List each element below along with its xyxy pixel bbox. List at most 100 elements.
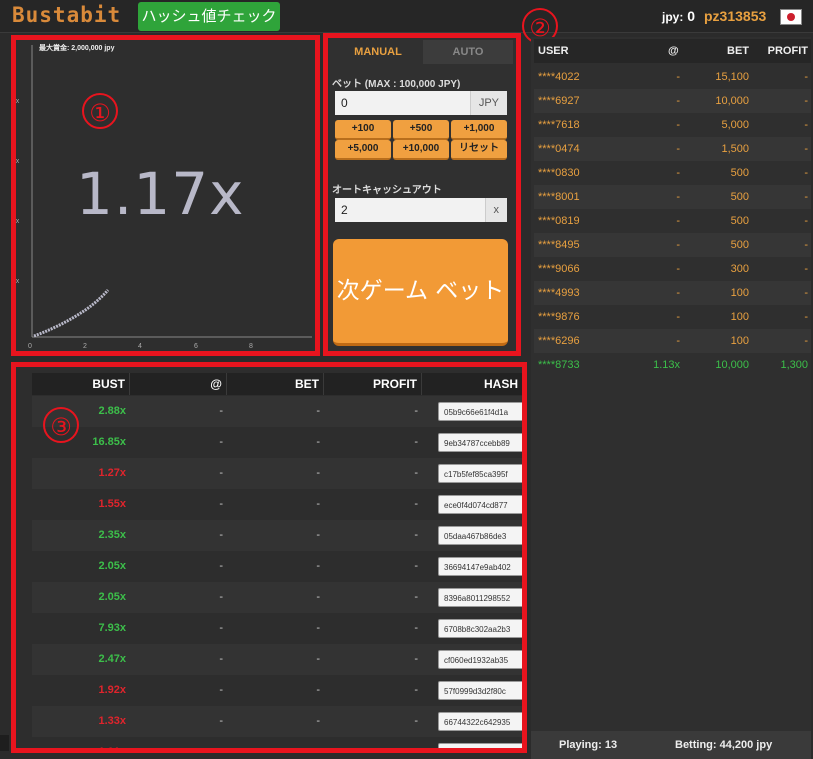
player-row[interactable]: ****8733 1.13x 10,000 1,300 bbox=[534, 353, 811, 377]
bet-panel: MANUAL AUTO ベット (MAX : 100,000 JPY) 0 JP… bbox=[323, 33, 521, 356]
profit-value: - bbox=[414, 436, 418, 448]
player-row[interactable]: ****4993 - 100 - bbox=[534, 281, 811, 305]
player-row[interactable]: ****8495 - 500 - bbox=[534, 233, 811, 257]
tab-manual[interactable]: MANUAL bbox=[333, 40, 423, 64]
player-at: - bbox=[676, 335, 680, 347]
player-row[interactable]: ****9066 - 300 - bbox=[534, 257, 811, 281]
at-value: - bbox=[219, 498, 223, 510]
player-user: ****7618 bbox=[538, 119, 580, 131]
hash-field[interactable]: ece0f4d074cd877 bbox=[438, 495, 522, 514]
add-500-button[interactable]: +500 bbox=[393, 120, 449, 140]
bust-value: 1.55x bbox=[98, 498, 126, 510]
player-row[interactable]: ****0830 - 500 - bbox=[534, 161, 811, 185]
history-row[interactable]: 1.92x - - - 57f0999d3d2f80c bbox=[32, 675, 522, 706]
bust-value: 1.92x bbox=[98, 684, 126, 696]
hash-field[interactable]: 05b9c66e61f4d1a bbox=[438, 402, 522, 421]
history-row[interactable]: 2.88x - - -05b9c66e61f4d1a bbox=[32, 396, 522, 427]
add-100-button[interactable]: +100 bbox=[335, 120, 391, 140]
place-bet-button[interactable]: 次ゲーム ベット bbox=[333, 239, 508, 346]
username[interactable]: pz313853 bbox=[704, 8, 766, 24]
player-at: - bbox=[676, 167, 680, 179]
player-user: ****9876 bbox=[538, 311, 580, 323]
y-tick-label: 1. x bbox=[16, 278, 20, 285]
player-row[interactable]: ****7618 - 5,000 - bbox=[534, 113, 811, 137]
player-profit: - bbox=[804, 263, 808, 275]
bet-unit: JPY bbox=[469, 91, 507, 115]
tab-auto[interactable]: AUTO bbox=[423, 40, 513, 64]
y-tick-label: 1. x bbox=[16, 158, 20, 165]
player-profit: - bbox=[804, 119, 808, 131]
bust-value: 2.05x bbox=[98, 591, 126, 603]
add-1000-button[interactable]: +1,000 bbox=[451, 120, 507, 140]
profit-value: - bbox=[414, 591, 418, 603]
player-bet: 500 bbox=[730, 167, 749, 179]
history-row[interactable]: 1.27x - - - c17b5fef85ca395f bbox=[32, 458, 522, 489]
hash-field[interactable]: 9eb34787ccebb89 bbox=[438, 433, 522, 452]
at-value: - bbox=[219, 591, 223, 603]
at-value: - bbox=[219, 715, 223, 727]
player-at: - bbox=[676, 95, 680, 107]
hash-field[interactable]: c17b5fef85ca395f bbox=[438, 464, 522, 483]
player-at: 1.13x bbox=[653, 359, 680, 371]
add-10000-button[interactable]: +10,000 bbox=[393, 140, 449, 160]
top-bar: Bustabit ハッシュ値チェック jpy: 0 pz313853 bbox=[0, 0, 813, 33]
bust-value: 7.93x bbox=[98, 622, 126, 634]
bet-value: - bbox=[316, 467, 320, 479]
player-row[interactable]: ****8001 - 500 - bbox=[534, 185, 811, 209]
history-row[interactable]: 1.33x - - - 66744322c642935 bbox=[32, 706, 522, 737]
bust-value: 2.35x bbox=[98, 529, 126, 541]
current-multiplier: 1.17x bbox=[76, 160, 245, 228]
player-row[interactable]: ****6296 - 100 - bbox=[534, 329, 811, 353]
hash-field[interactable]: 6708b8c302aa2b3 bbox=[438, 619, 522, 638]
history-row[interactable]: 2.05x - - - 36694147e9ab402 bbox=[32, 551, 522, 582]
at-value: - bbox=[219, 436, 223, 448]
profit-value: - bbox=[414, 653, 418, 665]
history-row[interactable]: 7.93x - - - 6708b8c302aa2b3 bbox=[32, 613, 522, 644]
hash-field[interactable]: 57f0999d3d2f80c bbox=[438, 681, 522, 700]
hash-field[interactable]: 8396a8011298552 bbox=[438, 588, 522, 607]
auto-cashout-input[interactable]: 2 x bbox=[335, 198, 507, 222]
hash-check-button[interactable]: ハッシュ値チェック bbox=[138, 2, 280, 31]
player-row[interactable]: ****6927 - 10,000 - bbox=[534, 89, 811, 113]
hash-field[interactable]: 05daa467b86de3 bbox=[438, 526, 522, 545]
profit-value: - bbox=[414, 746, 418, 753]
col-hash: HASH bbox=[483, 377, 518, 391]
add-5000-button[interactable]: +5,000 bbox=[335, 140, 391, 160]
hash-field[interactable]: 36694147e9ab402 bbox=[438, 557, 522, 576]
history-row[interactable]: 2.35x - - - 05daa467b86de3 bbox=[32, 520, 522, 551]
at-value: - bbox=[219, 405, 223, 417]
player-row[interactable]: ****0474 - 1,500 - bbox=[534, 137, 811, 161]
player-row[interactable]: ****4022 - 15,100 - bbox=[534, 65, 811, 89]
history-row[interactable]: 16.85x - - -9eb34787ccebb89 bbox=[32, 427, 522, 458]
cashout-unit: x bbox=[484, 198, 507, 222]
history-row[interactable]: 2.47x - - - cf060ed1932ab35 bbox=[32, 644, 522, 675]
history-header: BUST @ BET PROFIT HASH bbox=[32, 373, 522, 395]
player-user: ****0830 bbox=[538, 167, 580, 179]
bet-value: - bbox=[316, 591, 320, 603]
player-bet: 300 bbox=[730, 263, 749, 275]
hash-field[interactable]: cf060ed1932ab35 bbox=[438, 650, 522, 669]
side-handle[interactable] bbox=[0, 735, 9, 751]
bet-amount-input[interactable]: 0 JPY bbox=[335, 91, 507, 115]
history-row[interactable]: 1.01x - - - ae40511a16cc762 bbox=[32, 737, 522, 753]
player-bet: 10,000 bbox=[715, 95, 749, 107]
player-user: ****6296 bbox=[538, 335, 580, 347]
history-row[interactable]: 2.05x - - - 8396a8011298552 bbox=[32, 582, 522, 613]
profit-value: - bbox=[414, 405, 418, 417]
bust-value: 2.47x bbox=[98, 653, 126, 665]
player-at: - bbox=[676, 311, 680, 323]
player-row[interactable]: ****9876 - 100 - bbox=[534, 305, 811, 329]
game-chart: 1. x 1. x 1. x 1. x 0 2 4 6 8 最大賞金: 2,000,000 j… bbox=[11, 35, 320, 356]
reset-button[interactable]: リセット bbox=[451, 140, 507, 160]
japan-flag-icon[interactable] bbox=[780, 9, 802, 25]
player-bet: 500 bbox=[730, 191, 749, 203]
hash-field[interactable]: ae40511a16cc762 bbox=[438, 743, 522, 748]
col-profit: PROFIT bbox=[324, 373, 422, 395]
hash-field[interactable]: 66744322c642935 bbox=[438, 712, 522, 731]
col-at: @ bbox=[668, 45, 679, 57]
profit-value: - bbox=[414, 560, 418, 572]
history-row[interactable]: 1.55x - - - ece0f4d074cd877 bbox=[32, 489, 522, 520]
logo[interactable]: Bustabit bbox=[12, 3, 121, 27]
player-bet: 1,500 bbox=[721, 143, 749, 155]
player-row[interactable]: ****0819 - 500 - bbox=[534, 209, 811, 233]
